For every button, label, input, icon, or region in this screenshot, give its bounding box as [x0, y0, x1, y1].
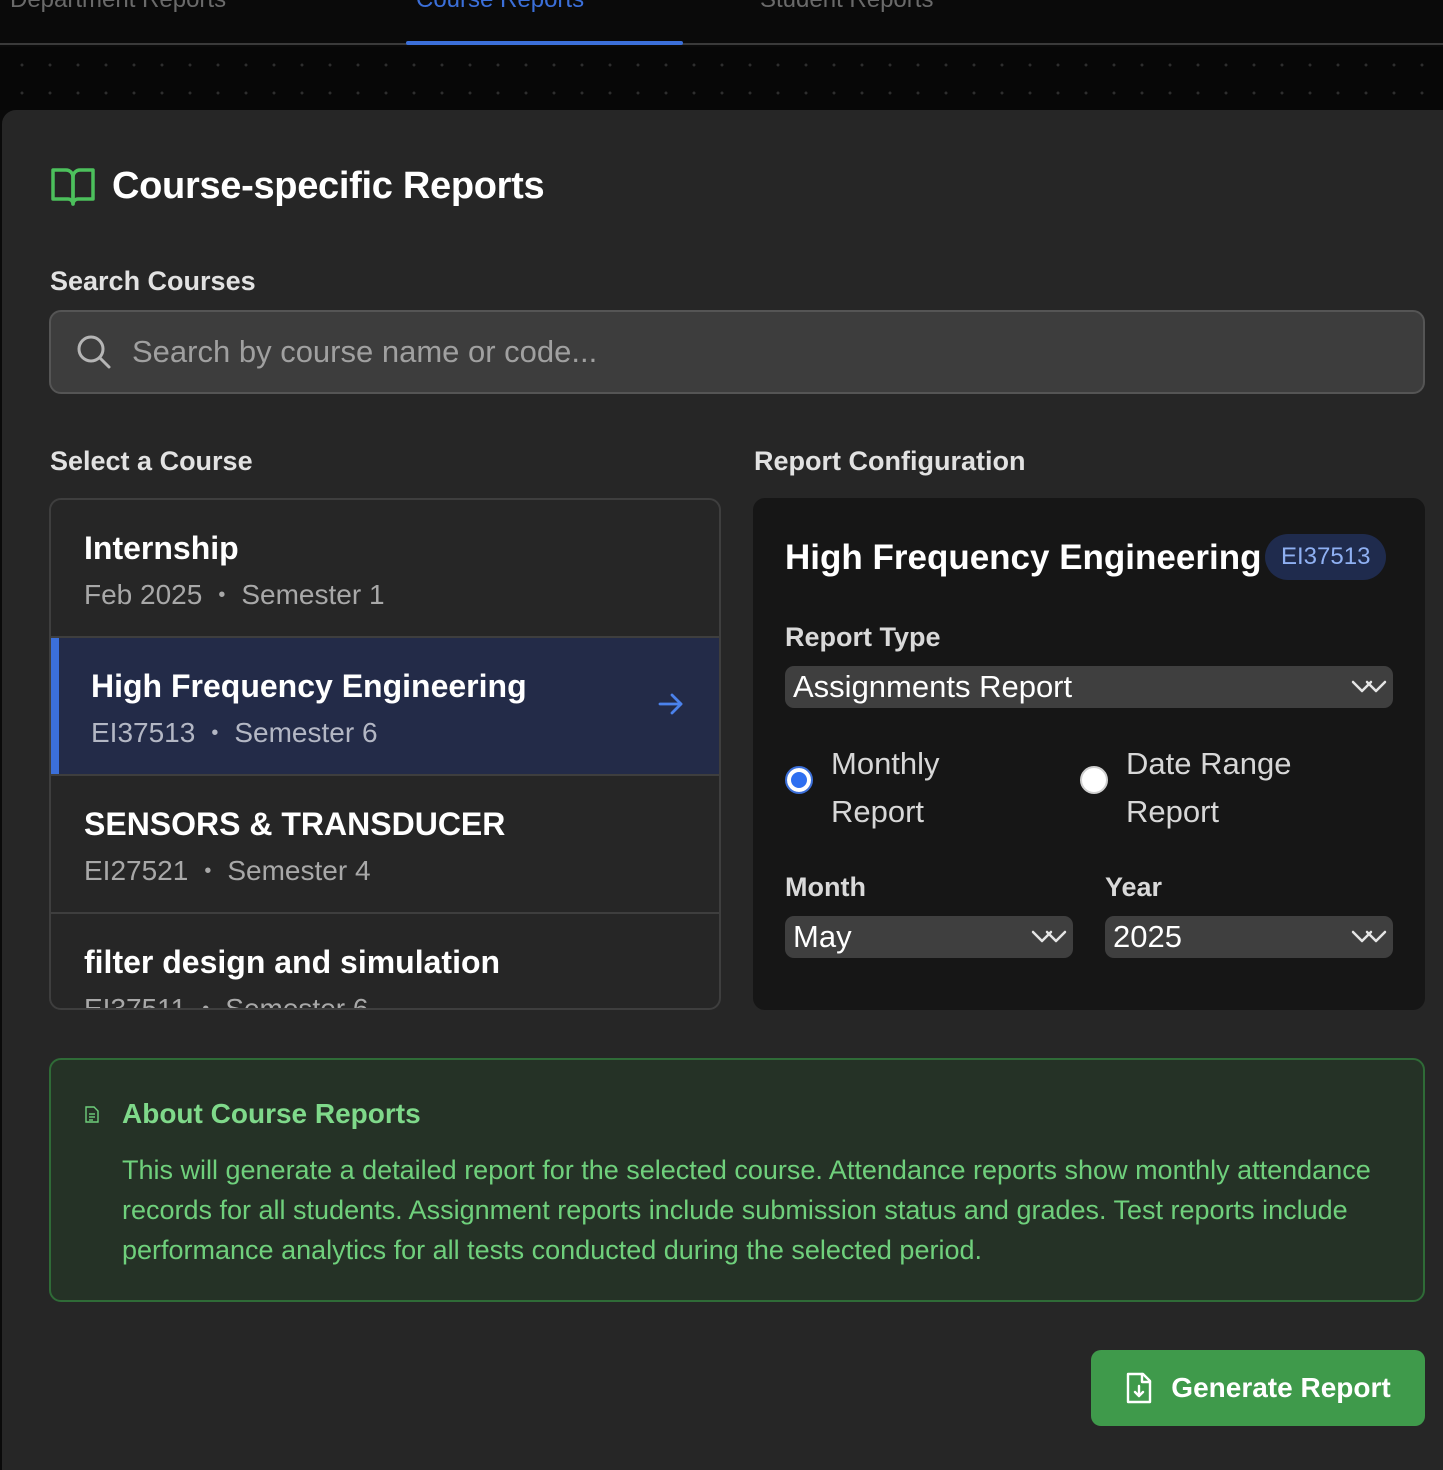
report-config-card: High Frequency Engineering EI37513 Repor… — [753, 498, 1425, 1010]
chevron-down-icon — [1351, 680, 1387, 693]
course-list: Internship Feb 2025 • Semester 1 High Freq… — [49, 498, 721, 1010]
chevron-down-icon — [1031, 930, 1067, 943]
course-meta: EI27521 • Semester 4 — [84, 855, 719, 887]
file-download-icon — [1127, 1372, 1152, 1404]
book-open-icon — [51, 168, 95, 206]
radio-date-range-report[interactable]: Date Range Report — [1080, 740, 1296, 836]
radio-button-checked[interactable] — [785, 766, 813, 794]
course-item-internship[interactable]: Internship Feb 2025 • Semester 1 — [51, 500, 719, 638]
search-box[interactable] — [49, 310, 1425, 394]
course-code: Feb 2025 — [84, 579, 203, 610]
course-meta: Feb 2025 • Semester 1 — [84, 579, 719, 611]
course-item-sensors-transducer[interactable]: SENSORS & TRANSDUCER EI27521 • Semester 4 — [51, 776, 719, 914]
tab-course-reports[interactable]: Course Reports — [416, 0, 676, 18]
year-value: 2025 — [1113, 919, 1182, 954]
top-tab-bar: Department Reports Course Reports Studen… — [0, 0, 1443, 45]
generate-report-button[interactable]: Generate Report — [1091, 1350, 1425, 1426]
about-info-box: About Course Reports This will generate … — [49, 1058, 1425, 1302]
course-list-label: Select a Course — [50, 446, 253, 476]
tab-department-reports[interactable]: Department Reports — [10, 0, 340, 18]
about-text: This will generate a detailed report for… — [122, 1155, 1371, 1265]
course-code: EI37511 — [84, 993, 187, 1010]
course-semester: Semester 6 — [225, 993, 369, 1010]
course-meta: EI37513 • Semester 6 — [91, 717, 719, 749]
month-label: Month — [785, 872, 866, 902]
course-name: SENSORS & TRANSDUCER — [84, 806, 506, 842]
page-title: Course-specific Reports — [112, 164, 545, 207]
badge-label: EI37513 — [1281, 543, 1371, 570]
tab-label: Student Reports — [760, 0, 933, 13]
about-title: About Course Reports — [122, 1098, 421, 1129]
arrow-right-icon — [658, 693, 683, 715]
course-code-badge: EI37513 — [1265, 534, 1387, 580]
year-label: Year — [1105, 872, 1163, 902]
course-semester: Semester 1 — [241, 579, 385, 610]
search-label: Search Courses — [50, 266, 256, 296]
course-item-filter-design[interactable]: filter design and simulation EI37511 • Sem… — [51, 914, 719, 1010]
course-semester: Semester 6 — [234, 717, 378, 748]
course-semester: Semester 4 — [227, 855, 371, 886]
report-type-select[interactable]: Assignments Report — [785, 666, 1393, 708]
separator: • — [211, 722, 219, 744]
report-type-value: Assignments Report — [793, 669, 1073, 704]
year-select[interactable]: 2025 — [1105, 916, 1393, 958]
radio-monthly-label: Monthly Report — [831, 746, 940, 829]
separator: • — [202, 998, 210, 1010]
document-icon — [85, 1106, 99, 1123]
selected-indicator — [51, 638, 59, 774]
separator: • — [218, 584, 226, 606]
tab-label: Course Reports — [416, 0, 584, 13]
tab-label: Department Reports — [10, 0, 226, 13]
active-tab-indicator — [406, 41, 683, 45]
course-code: EI37513 — [91, 717, 196, 748]
chevron-down-icon — [1351, 930, 1387, 943]
separator: • — [204, 860, 212, 882]
generate-report-label: Generate Report — [1171, 1372, 1391, 1403]
radio-date-range-label: Date Range Report — [1126, 746, 1292, 829]
course-name: High Frequency Engineering — [91, 668, 527, 704]
page-header: Course-specific Reports — [50, 164, 545, 208]
radio-monthly-report[interactable]: Monthly Report — [785, 740, 1001, 836]
course-code: EI27521 — [84, 855, 189, 886]
search-input[interactable] — [132, 334, 1332, 370]
radio-button-unchecked[interactable] — [1080, 766, 1108, 794]
report-type-label: Report Type — [785, 622, 941, 652]
course-meta: EI37511 • Semester 6 — [84, 993, 719, 1010]
course-name: Internship — [84, 530, 239, 566]
dotted-background — [0, 47, 1443, 110]
month-value: May — [793, 919, 852, 954]
tab-student-reports[interactable]: Student Reports — [760, 0, 1060, 18]
search-icon — [77, 335, 111, 369]
month-select[interactable]: May — [785, 916, 1073, 958]
course-name: filter design and simulation — [84, 944, 501, 980]
report-config-label: Report Configuration — [754, 446, 1026, 476]
selected-course-title: High Frequency Engineering — [785, 538, 1262, 577]
course-item-high-frequency-engineering[interactable]: High Frequency Engineering EI37513 • Semes… — [51, 638, 719, 776]
